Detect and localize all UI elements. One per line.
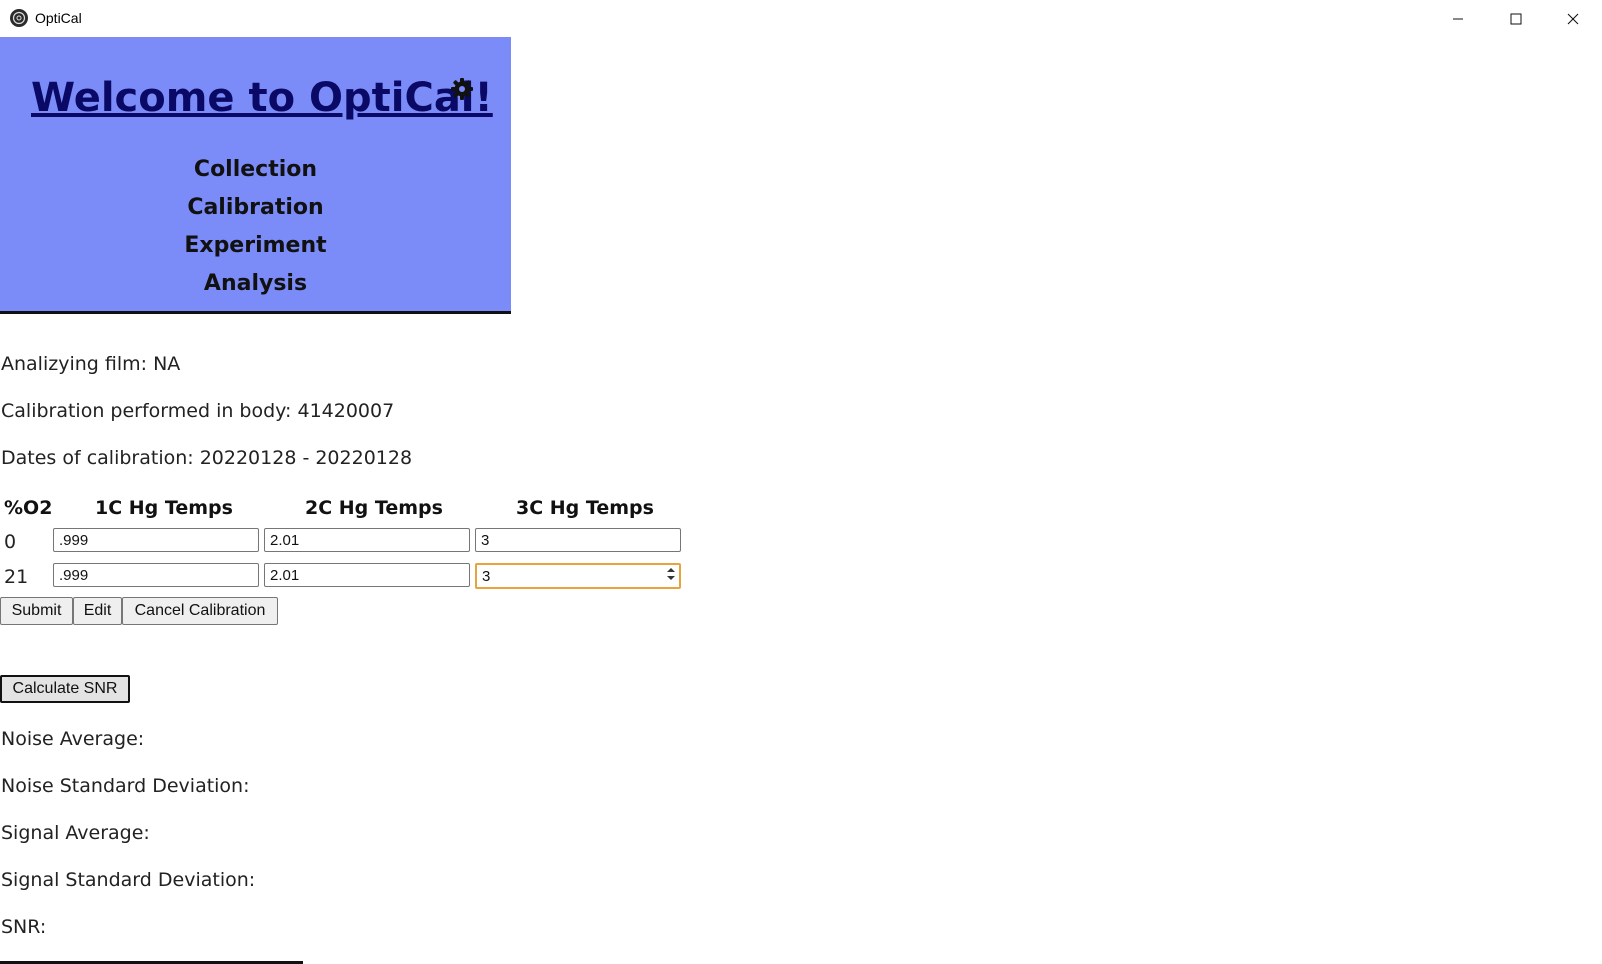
app-logo-icon <box>10 9 28 27</box>
row1-2c-input[interactable] <box>264 563 470 587</box>
edit-button[interactable]: Edit <box>73 597 122 625</box>
snr-label: SNR: <box>1 916 47 938</box>
close-button[interactable] <box>1544 0 1602 37</box>
header-2c: 2C Hg Temps <box>305 497 443 519</box>
header-1c: 1C Hg Temps <box>95 497 233 519</box>
cancel-calibration-button[interactable]: Cancel Calibration <box>122 597 278 625</box>
minimize-icon <box>1453 18 1463 19</box>
gear-icon[interactable] <box>450 77 474 101</box>
header-panel: Welcome to OptiCal! Collection Calibrati… <box>0 37 511 314</box>
maximize-icon <box>1510 13 1522 24</box>
analyzing-film-text: Analizying film: NA <box>1 353 181 375</box>
close-icon <box>1567 13 1579 24</box>
submit-button[interactable]: Submit <box>0 597 73 625</box>
signal-average-label: Signal Average: <box>1 822 150 844</box>
header-3c: 3C Hg Temps <box>516 497 654 519</box>
spinner-icon[interactable] <box>666 567 676 581</box>
nav-item-experiment[interactable]: Experiment <box>0 227 511 265</box>
window-title: OptiCal <box>35 10 82 26</box>
row0-2c-input[interactable] <box>264 528 470 552</box>
row1-3c-input[interactable] <box>475 563 681 589</box>
main-nav: Collection Calibration Experiment Analys… <box>0 151 511 303</box>
row1-1c-input[interactable] <box>53 563 259 587</box>
minimize-button[interactable] <box>1429 0 1487 37</box>
welcome-title-link[interactable]: Welcome to OptiCal! <box>31 75 493 121</box>
row-label-0: 0 <box>4 531 17 553</box>
row0-3c-input[interactable] <box>475 528 681 552</box>
signal-std-label: Signal Standard Deviation: <box>1 869 256 891</box>
header-o2: %O2 <box>4 497 53 519</box>
row0-1c-input[interactable] <box>53 528 259 552</box>
row-label-21: 21 <box>4 566 29 588</box>
calibration-dates-text: Dates of calibration: 20220128 - 2022012… <box>1 447 413 469</box>
nav-item-analysis[interactable]: Analysis <box>0 265 511 303</box>
calibration-body-text: Calibration performed in body: 41420007 <box>1 400 395 422</box>
title-bar: OptiCal <box>0 0 1602 37</box>
nav-item-calibration[interactable]: Calibration <box>0 189 511 227</box>
calculate-snr-button[interactable]: Calculate SNR <box>0 675 130 703</box>
nav-item-collection[interactable]: Collection <box>0 151 511 189</box>
noise-std-label: Noise Standard Deviation: <box>1 775 250 797</box>
row1-3c-field <box>475 563 681 589</box>
noise-average-label: Noise Average: <box>1 728 145 750</box>
maximize-button[interactable] <box>1487 0 1545 37</box>
